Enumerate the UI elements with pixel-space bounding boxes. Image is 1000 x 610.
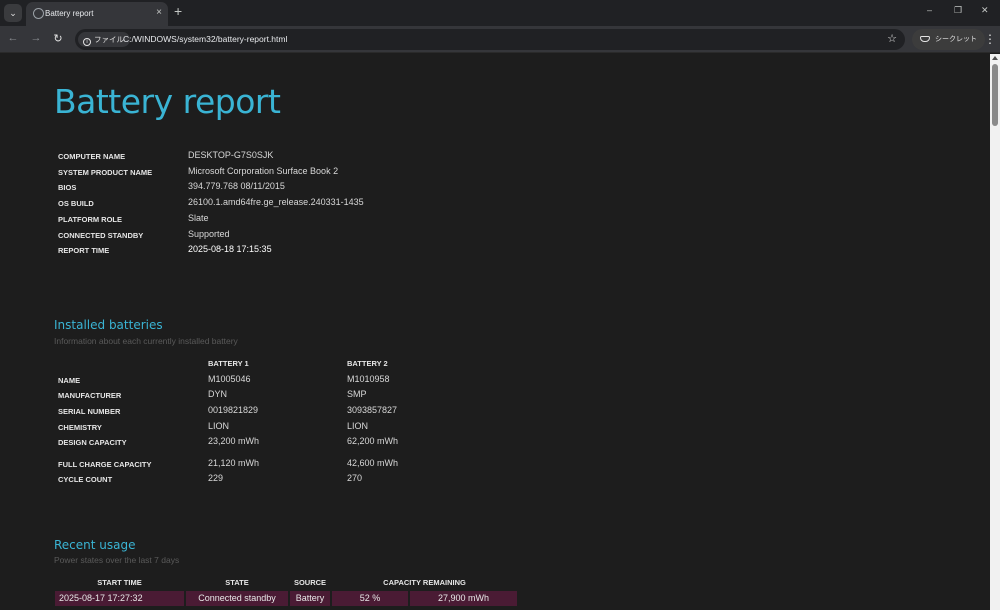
usage-header-start-time: START TIME [97, 578, 142, 587]
usage-header-state: STATE [225, 578, 249, 587]
tab-search-button[interactable]: ⌄ [4, 4, 22, 22]
site-info-label: ファイル [94, 35, 124, 44]
restore-button[interactable]: ❐ [954, 5, 962, 16]
recent-usage-heading: Recent usage [54, 538, 136, 552]
page-title: Battery report [54, 82, 281, 121]
usage-cell-start-time: 2025-08-17 17:27:32 [55, 591, 184, 606]
bookmark-star-icon[interactable]: ☆ [887, 32, 897, 45]
incognito-icon [920, 36, 930, 42]
address-bar[interactable]: i ファイル C:/WINDOWS/system32/battery-report… [75, 29, 905, 50]
usage-header-source: SOURCE [293, 578, 327, 587]
toolbar: ← → ↻ i ファイル C:/WINDOWS/system32/battery-… [0, 26, 1000, 53]
close-window-button[interactable]: ✕ [981, 5, 989, 16]
browser-menu-button[interactable]: ⋮ [984, 32, 996, 46]
title-bar: ⌄ Battery report × + – ❐ ✕ [0, 0, 1000, 26]
scroll-up-arrow-icon[interactable] [992, 56, 998, 60]
usage-cell-source: Battery [290, 591, 330, 606]
usage-header-capacity-remaining: CAPACITY REMAINING [383, 578, 466, 587]
usage-table-row: 2025-08-17 17:27:32 Connected standby Ba… [55, 591, 517, 606]
incognito-label: シークレット [935, 36, 977, 43]
new-tab-button[interactable]: + [174, 3, 182, 19]
incognito-indicator[interactable]: シークレット [912, 29, 985, 50]
recent-usage-subheading: Power states over the last 7 days [54, 555, 180, 565]
globe-icon [33, 8, 44, 19]
usage-cell-state: Connected standby [186, 591, 288, 606]
forward-button[interactable]: → [29, 32, 43, 44]
usage-cell-mwh: 27,900 mWh [410, 591, 517, 606]
battery-1-column-header: BATTERY 1 [208, 359, 249, 368]
usage-cell-percent: 52 % [332, 591, 408, 606]
tab-close-button[interactable]: × [156, 7, 162, 18]
tab-battery-report[interactable]: Battery report × [26, 2, 168, 26]
installed-batteries-subheading: Information about each currently install… [54, 336, 238, 346]
url-text[interactable]: C:/WINDOWS/system32/battery-report.html [123, 34, 287, 44]
page-content: Battery report COMPUTER NAME DESKTOP-G7S0… [0, 54, 990, 610]
scroll-thumb[interactable] [992, 64, 998, 126]
page-scrollbar[interactable] [990, 54, 1000, 610]
installed-batteries-heading: Installed batteries [54, 318, 163, 332]
battery-2-column-header: BATTERY 2 [347, 359, 388, 368]
tab-title: Battery report [45, 9, 94, 18]
back-button[interactable]: ← [6, 32, 20, 44]
minimize-button[interactable]: – [927, 5, 932, 15]
info-icon: i [83, 38, 91, 46]
reload-button[interactable]: ↻ [51, 32, 65, 45]
